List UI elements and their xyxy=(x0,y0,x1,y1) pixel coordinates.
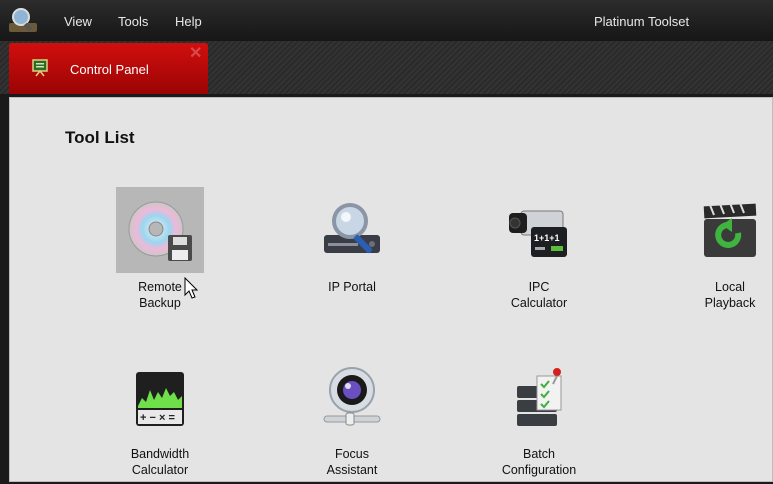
tab-control-panel[interactable]: Control Panel ✕ xyxy=(9,43,208,94)
tool-label: Focus Assistant xyxy=(326,447,378,477)
tool-icon-box xyxy=(686,187,773,273)
ipc-calculator-icon: 1+1+1 xyxy=(509,210,567,257)
tool-icon-box xyxy=(308,187,396,273)
menu-bar: View Tools Help Platinum Toolset xyxy=(0,0,773,41)
menu-help[interactable]: Help xyxy=(175,14,202,29)
app-logo-icon[interactable] xyxy=(8,6,38,34)
app-title: Platinum Toolset xyxy=(594,14,690,29)
ip-portal-icon xyxy=(324,203,380,254)
svg-text:1+1+1: 1+1+1 xyxy=(534,233,560,243)
tool-focus-assistant[interactable]: Focus Assistant xyxy=(282,354,422,484)
tool-icon-box xyxy=(308,354,396,440)
tool-bandwidth-calculator[interactable]: + − × = Bandwidth Calculator xyxy=(90,354,230,484)
tool-remote-backup[interactable]: Remote Backup xyxy=(90,187,230,317)
playback-icon xyxy=(703,202,757,257)
tool-ipc-calculator[interactable]: 1+1+1 IPC Calculator xyxy=(469,187,609,317)
menu-view[interactable]: View xyxy=(64,14,92,29)
tool-batch-configuration[interactable]: Batch Configuration xyxy=(469,354,609,484)
tool-label: Batch Configuration xyxy=(501,447,577,477)
svg-text:+ − × =: + − × = xyxy=(140,412,175,424)
disc-backup-icon xyxy=(128,201,192,261)
tool-local-playback[interactable]: Local Playback xyxy=(660,187,773,317)
tool-list-panel: Tool List Remote Backup IP Portal 1+1+1 … xyxy=(9,97,773,482)
focus-lens-icon xyxy=(323,367,381,426)
tool-ip-portal[interactable]: IP Portal xyxy=(282,187,422,317)
tool-label: IP Portal xyxy=(328,280,376,294)
tool-label: IPC Calculator xyxy=(510,280,568,310)
close-icon[interactable]: ✕ xyxy=(189,46,202,62)
tool-icon-box: + − × = xyxy=(116,354,204,440)
tool-label: Bandwidth Calculator xyxy=(130,447,190,477)
page-title: Tool List xyxy=(65,128,135,147)
menu-tools[interactable]: Tools xyxy=(118,14,148,29)
tool-label: Local Playback xyxy=(704,280,756,310)
mouse-cursor-icon xyxy=(184,277,199,299)
tool-icon-box: 1+1+1 xyxy=(495,187,583,273)
tool-label: Remote Backup xyxy=(138,280,182,310)
batch-config-icon xyxy=(517,368,562,426)
tool-icon-box xyxy=(495,354,583,440)
tab-label: Control Panel xyxy=(70,62,149,77)
tool-icon-box xyxy=(116,187,204,273)
control-panel-icon xyxy=(32,59,48,77)
tab-strip: Control Panel ✕ xyxy=(0,41,773,94)
bandwidth-calculator-icon: + − × = xyxy=(136,372,184,426)
